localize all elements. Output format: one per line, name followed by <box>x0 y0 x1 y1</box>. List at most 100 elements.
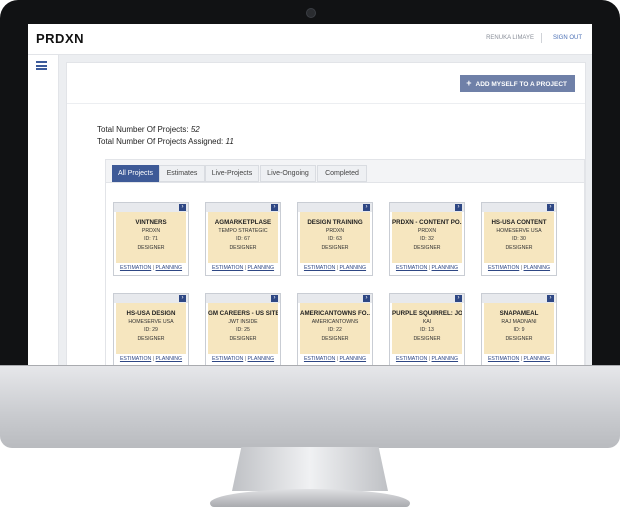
project-stats: Total Number Of Projects: 52 Total Numbe… <box>97 124 234 148</box>
project-name: AGMARKETPLASE <box>214 219 272 226</box>
monitor-stand-foot <box>210 489 410 507</box>
estimation-link[interactable]: ESTIMATION <box>488 265 519 271</box>
project-card[interactable]: › GM CAREERS - US SITE JWT INSIDE ID: 25… <box>205 293 281 365</box>
project-card[interactable]: › HS-USA DESIGN HOMESERVE USA ID: 29 DES… <box>113 293 189 365</box>
planning-link[interactable]: PLANNING <box>432 356 459 362</box>
link-separator: | <box>152 265 155 271</box>
card-links: ESTIMATION | PLANNING <box>482 265 556 274</box>
planning-link[interactable]: PLANNING <box>340 356 367 362</box>
project-role: DESIGNER <box>229 245 257 251</box>
project-name: HS-USA DESIGN <box>126 310 176 317</box>
project-role: DESIGNER <box>505 245 533 251</box>
user-name[interactable]: RENUKA LIMAYE <box>486 35 534 41</box>
project-client: HOMESERVE USA <box>496 228 542 234</box>
estimation-link[interactable]: ESTIMATION <box>488 356 519 362</box>
chevron-right-icon[interactable]: › <box>179 204 186 211</box>
tab-completed[interactable]: Completed <box>317 165 367 182</box>
project-role: DESIGNER <box>137 336 165 342</box>
project-card[interactable]: › AGMARKETPLASE TEMPO STRATEGIC ID: 67 D… <box>205 202 281 276</box>
planning-link[interactable]: PLANNING <box>432 265 459 271</box>
estimation-link[interactable]: ESTIMATION <box>120 356 151 362</box>
tab-all-projects[interactable]: All Projects <box>112 165 159 182</box>
tab-live-ongoing[interactable]: Live-Ongoing <box>260 165 316 182</box>
chevron-right-icon[interactable]: › <box>455 204 462 211</box>
project-name: PRDXN - CONTENT PO... <box>392 219 462 226</box>
total-assigned-value: 11 <box>225 137 234 146</box>
project-client: KAI <box>422 319 432 325</box>
estimation-link[interactable]: ESTIMATION <box>212 265 243 271</box>
project-id: ID: 63 <box>328 236 342 242</box>
project-id: ID: 22 <box>328 327 342 333</box>
planning-link[interactable]: PLANNING <box>156 356 183 362</box>
project-client: PRDXN <box>325 228 345 234</box>
project-role: DESIGNER <box>137 245 165 251</box>
estimation-link[interactable]: ESTIMATION <box>212 356 243 362</box>
chevron-right-icon[interactable]: › <box>271 295 278 302</box>
card-links: ESTIMATION | PLANNING <box>482 356 556 365</box>
panel-header: + ADD MYSELF TO A PROJECT <box>67 63 585 104</box>
link-separator: | <box>520 356 523 362</box>
estimation-link[interactable]: ESTIMATION <box>304 265 335 271</box>
planning-link[interactable]: PLANNING <box>248 356 275 362</box>
link-separator: | <box>520 265 523 271</box>
project-client: PRDXN <box>141 228 161 234</box>
planning-link[interactable]: PLANNING <box>524 265 551 271</box>
chevron-right-icon[interactable]: › <box>455 295 462 302</box>
project-card[interactable]: › PRDXN - CONTENT PO... PRDXN ID: 32 DES… <box>389 202 465 276</box>
project-name: AMERICANTOWNS FO... <box>300 310 370 317</box>
planning-link[interactable]: PLANNING <box>340 265 367 271</box>
estimation-link[interactable]: ESTIMATION <box>120 265 151 271</box>
link-separator: | <box>152 356 155 362</box>
logo: PRDXN <box>36 31 85 46</box>
project-id: ID: 71 <box>144 236 158 242</box>
project-role: DESIGNER <box>413 245 441 251</box>
chevron-right-icon[interactable]: › <box>271 204 278 211</box>
project-role: DESIGNER <box>229 336 257 342</box>
tab-live-projects[interactable]: Live-Projects <box>205 165 259 182</box>
card-links: ESTIMATION | PLANNING <box>390 265 464 274</box>
project-card[interactable]: › AMERICANTOWNS FO... AMERICANTOWNS ID: … <box>297 293 373 365</box>
chevron-right-icon[interactable]: › <box>547 295 554 302</box>
estimation-link[interactable]: ESTIMATION <box>304 356 335 362</box>
card-links: ESTIMATION | PLANNING <box>390 356 464 365</box>
planning-link[interactable]: PLANNING <box>156 265 183 271</box>
estimation-link[interactable]: ESTIMATION <box>396 265 427 271</box>
project-client: AMERICANTOWNS <box>311 319 359 325</box>
project-card[interactable]: › VINTNERS PRDXN ID: 71 DESIGNER ESTIMAT… <box>113 202 189 276</box>
project-name: GM CAREERS - US SITE <box>208 310 278 317</box>
card-links: ESTIMATION | PLANNING <box>206 265 280 274</box>
add-button-label: ADD MYSELF TO A PROJECT <box>475 81 568 88</box>
project-role: DESIGNER <box>413 336 441 342</box>
tab-estimates[interactable]: Estimates <box>159 165 205 182</box>
header-divider <box>541 33 542 43</box>
project-id: ID: 29 <box>144 327 158 333</box>
projects-container: All Projects Estimates Live-Projects Liv… <box>105 159 585 365</box>
planning-link[interactable]: PLANNING <box>248 265 275 271</box>
chevron-right-icon[interactable]: › <box>363 295 370 302</box>
project-card[interactable]: › SNAPAMEAL RAJ MADNANI ID: 9 DESIGNER E… <box>481 293 557 365</box>
sign-out-link[interactable]: SIGN OUT <box>553 35 582 41</box>
project-id: ID: 13 <box>420 327 434 333</box>
chevron-right-icon[interactable]: › <box>547 204 554 211</box>
planning-link[interactable]: PLANNING <box>524 356 551 362</box>
link-separator: | <box>336 356 339 362</box>
link-separator: | <box>336 265 339 271</box>
project-id: ID: 25 <box>236 327 250 333</box>
chevron-right-icon[interactable]: › <box>363 204 370 211</box>
add-myself-to-project-button[interactable]: + ADD MYSELF TO A PROJECT <box>460 75 575 92</box>
link-separator: | <box>244 265 247 271</box>
estimation-link[interactable]: ESTIMATION <box>396 356 427 362</box>
project-name: SNAPAMEAL <box>499 310 539 317</box>
project-id: ID: 9 <box>513 327 525 333</box>
sidebar <box>28 55 59 365</box>
chevron-right-icon[interactable]: › <box>179 295 186 302</box>
project-client: JWT INSIDE <box>228 319 258 325</box>
project-tabs: All Projects Estimates Live-Projects Liv… <box>106 160 584 183</box>
project-card[interactable]: › HS-USA CONTENT HOMESERVE USA ID: 30 DE… <box>481 202 557 276</box>
project-client: RAJ MADNANI <box>501 319 537 325</box>
project-card[interactable]: › DESIGN TRAINING PRDXN ID: 63 DESIGNER … <box>297 202 373 276</box>
project-card[interactable]: › PURPLE SQUIRREL: JO... KAI ID: 13 DESI… <box>389 293 465 365</box>
hamburger-menu-icon[interactable] <box>36 61 47 70</box>
project-name: PURPLE SQUIRREL: JO... <box>392 310 462 317</box>
project-id: ID: 67 <box>236 236 250 242</box>
